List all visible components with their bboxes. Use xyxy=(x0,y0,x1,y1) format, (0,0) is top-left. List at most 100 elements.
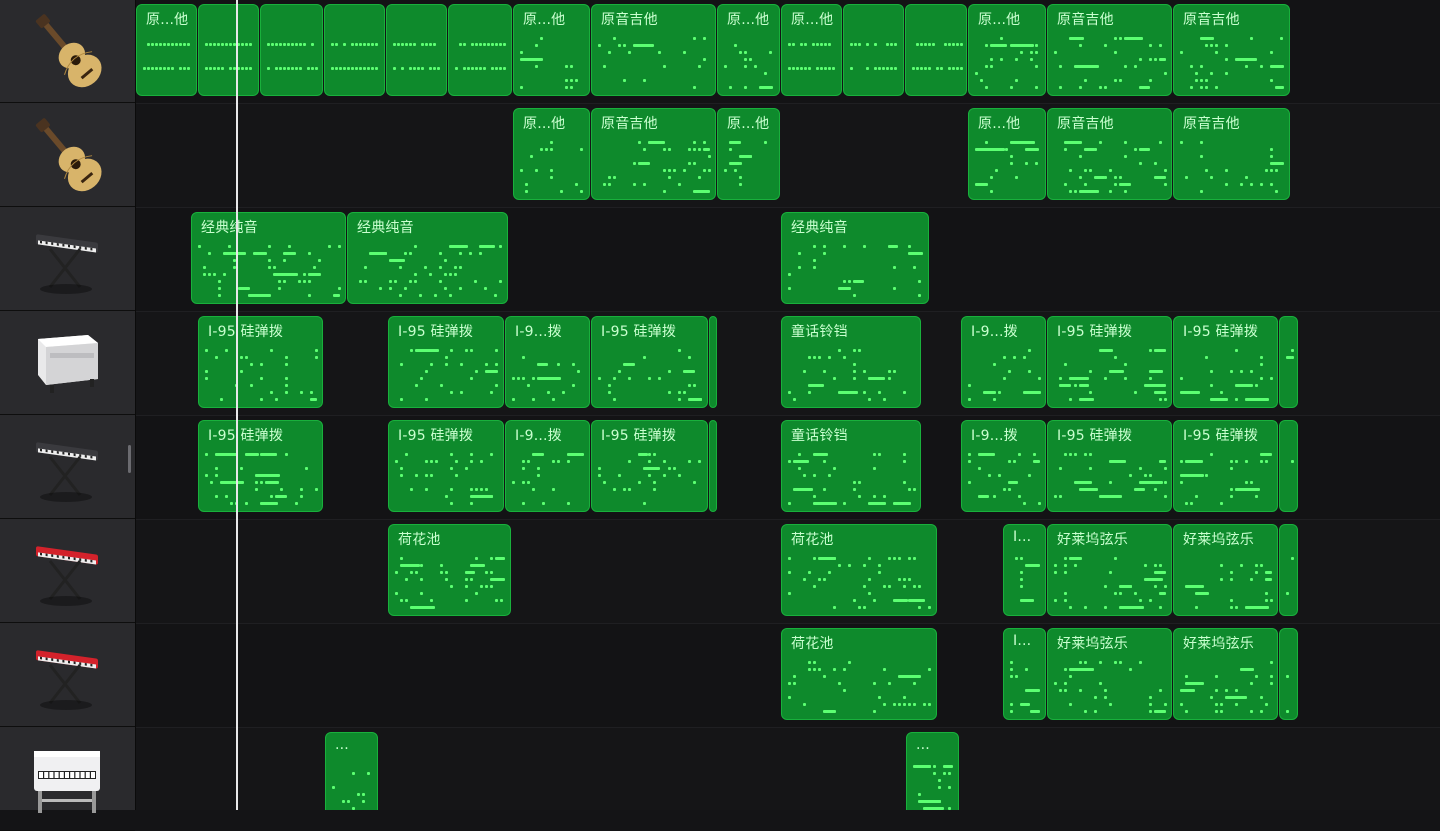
track-header-5[interactable] xyxy=(0,416,135,519)
note-pattern xyxy=(1180,141,1284,193)
midi-region[interactable]: 荷花池 xyxy=(781,524,937,616)
resize-handle[interactable] xyxy=(128,445,131,473)
midi-region[interactable]: 原音吉他 xyxy=(591,108,716,200)
midi-region[interactable]: I... xyxy=(1003,524,1046,616)
region-name: 荷花池 xyxy=(791,636,834,652)
note-pattern xyxy=(598,349,702,401)
midi-region[interactable]: I-9...拨 xyxy=(505,316,590,408)
midi-region[interactable]: I-95 硅弹拨 xyxy=(388,316,504,408)
midi-region[interactable]: I-95 硅弹拨 xyxy=(1047,420,1172,512)
midi-region[interactable]: I-95 硅弹拨 xyxy=(198,316,323,408)
midi-region[interactable] xyxy=(324,4,385,96)
midi-region[interactable] xyxy=(843,4,904,96)
note-pattern xyxy=(788,37,835,89)
tracks-area[interactable]: 原...他 原...他 原音吉他 原...他 原...他 原...他 原音吉他 原音吉他 原..… xyxy=(136,0,1440,810)
note-pattern xyxy=(395,557,505,609)
midi-region[interactable]: I-9...拨 xyxy=(961,420,1046,512)
midi-region[interactable]: 原音吉他 xyxy=(1047,108,1172,200)
midi-region[interactable]: I-95 硅弹拨 xyxy=(388,420,504,512)
track-header-1[interactable] xyxy=(0,0,135,103)
midi-region[interactable]: I-95 硅弹拨 xyxy=(591,420,708,512)
track-header-3[interactable] xyxy=(0,208,135,311)
region-name: 原...他 xyxy=(523,12,566,28)
midi-region[interactable]: 经典纯音 xyxy=(347,212,508,304)
midi-region[interactable]: ... xyxy=(325,732,378,810)
midi-region[interactable]: 原...他 xyxy=(513,108,590,200)
note-pattern xyxy=(975,141,1039,193)
midi-region[interactable]: 原...他 xyxy=(717,4,780,96)
note-pattern xyxy=(1054,141,1167,193)
midi-region[interactable] xyxy=(386,4,447,96)
midi-region[interactable] xyxy=(905,4,967,96)
midi-region[interactable] xyxy=(260,4,323,96)
note-pattern xyxy=(205,37,252,89)
region-name: I-95 硅弹拨 xyxy=(1057,428,1133,444)
synth-keyboard-icon xyxy=(28,219,108,299)
region-name: 原音吉他 xyxy=(601,116,658,132)
region-name: 原...他 xyxy=(727,12,770,28)
playhead[interactable] xyxy=(236,0,238,810)
midi-region[interactable]: I-95 硅弹拨 xyxy=(198,420,323,512)
midi-region[interactable] xyxy=(1279,524,1298,616)
midi-region[interactable] xyxy=(1279,628,1298,720)
note-pattern xyxy=(1054,661,1167,713)
midi-region[interactable]: 原...他 xyxy=(513,4,590,96)
midi-region[interactable]: ... xyxy=(906,732,959,810)
track-header-2[interactable] xyxy=(0,104,135,207)
region-name: 原音吉他 xyxy=(1057,12,1114,28)
midi-region[interactable]: 经典纯音 xyxy=(781,212,929,304)
midi-region[interactable]: 原音吉他 xyxy=(1173,108,1290,200)
region-name: 好莱坞弦乐 xyxy=(1057,532,1128,548)
midi-region[interactable]: 荷花池 xyxy=(388,524,511,616)
region-name: 荷花池 xyxy=(398,532,441,548)
midi-region[interactable]: 原...他 xyxy=(968,4,1046,96)
midi-region[interactable]: 好莱坞弦乐 xyxy=(1047,524,1172,616)
note-pattern xyxy=(393,37,440,89)
midi-region[interactable]: 童话铃铛 xyxy=(781,316,921,408)
midi-region[interactable]: I-95 硅弹拨 xyxy=(591,316,708,408)
midi-region[interactable]: 好莱坞弦乐 xyxy=(1047,628,1172,720)
track-header-8[interactable] xyxy=(0,728,135,831)
note-pattern xyxy=(1180,37,1284,89)
midi-region[interactable]: I-95 硅弹拨 xyxy=(1047,316,1172,408)
midi-region[interactable]: I-9...拨 xyxy=(961,316,1046,408)
region-name: I-9...拨 xyxy=(515,428,562,444)
midi-region[interactable] xyxy=(709,316,717,408)
midi-region[interactable]: 原音吉他 xyxy=(591,4,716,96)
midi-region[interactable] xyxy=(448,4,512,96)
midi-region[interactable]: 童话铃铛 xyxy=(781,420,921,512)
midi-region[interactable]: 原音吉他 xyxy=(1047,4,1172,96)
midi-region[interactable]: 好莱坞弦乐 xyxy=(1173,628,1278,720)
note-pattern xyxy=(331,37,378,89)
midi-region[interactable]: I-9...拨 xyxy=(505,420,590,512)
midi-region[interactable] xyxy=(1279,316,1298,408)
midi-region[interactable]: I-95 硅弹拨 xyxy=(1173,420,1278,512)
region-name: ... xyxy=(335,737,349,753)
note-pattern xyxy=(143,37,190,89)
midi-region[interactable] xyxy=(198,4,259,96)
midi-region[interactable] xyxy=(709,420,717,512)
note-pattern xyxy=(1010,557,1040,609)
note-pattern xyxy=(205,453,318,505)
midi-region[interactable] xyxy=(1279,420,1298,512)
midi-region[interactable]: 原...他 xyxy=(717,108,780,200)
track-header-7[interactable] xyxy=(0,624,135,727)
region-name: 原音吉他 xyxy=(1183,12,1240,28)
region-name: I... xyxy=(1013,633,1032,649)
region-name: 原音吉他 xyxy=(1183,116,1240,132)
midi-region[interactable]: 经典纯音 xyxy=(191,212,346,304)
note-pattern xyxy=(512,453,584,505)
midi-region[interactable]: I... xyxy=(1003,628,1046,720)
region-name: 原音吉他 xyxy=(1057,116,1114,132)
midi-region[interactable]: 原...他 xyxy=(136,4,197,96)
midi-region[interactable]: 原...他 xyxy=(781,4,842,96)
midi-region[interactable]: 原音吉他 xyxy=(1173,4,1290,96)
track-header-4[interactable] xyxy=(0,312,135,415)
midi-region[interactable]: 荷花池 xyxy=(781,628,937,720)
note-pattern xyxy=(598,37,709,89)
midi-region[interactable]: 好莱坞弦乐 xyxy=(1173,524,1278,616)
midi-region[interactable]: I-95 硅弹拨 xyxy=(1173,316,1278,408)
note-pattern xyxy=(512,349,583,401)
midi-region[interactable]: 原...他 xyxy=(968,108,1046,200)
track-header-6[interactable] xyxy=(0,520,135,623)
